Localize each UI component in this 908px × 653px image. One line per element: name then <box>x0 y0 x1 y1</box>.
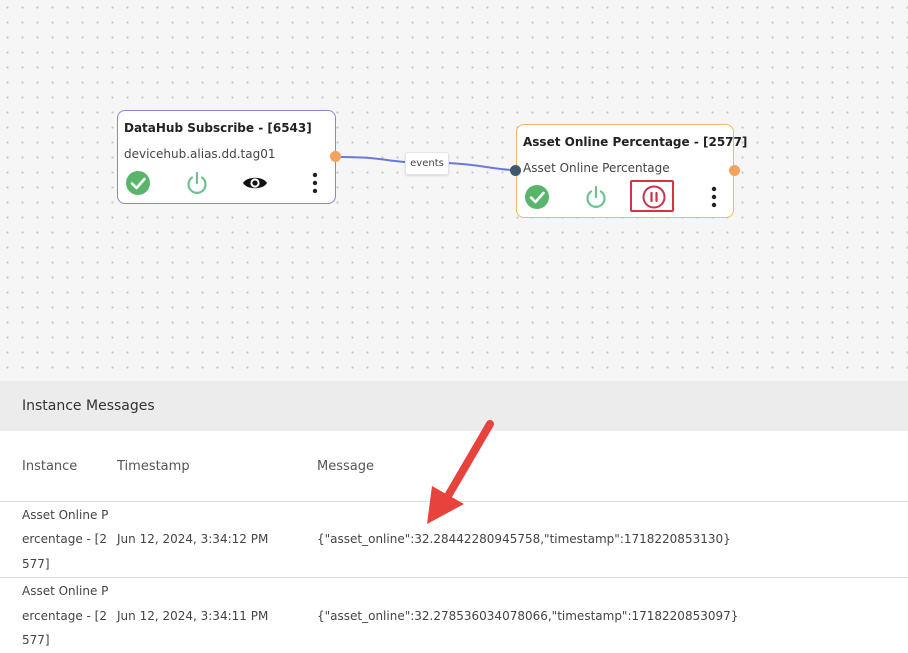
power-icon[interactable] <box>184 170 210 196</box>
timestamp-cell: Jun 12, 2024, 3:34:12 PM <box>117 532 269 546</box>
panel-header: Instance Messages <box>0 381 908 431</box>
more-vertical-icon[interactable] <box>701 184 727 210</box>
row-divider <box>0 577 908 578</box>
power-icon[interactable] <box>583 184 609 210</box>
eye-icon[interactable] <box>242 170 268 196</box>
output-port[interactable] <box>330 151 341 162</box>
check-circle-icon[interactable] <box>125 170 151 196</box>
node-title: Asset Online Percentage - [2577] <box>523 135 748 149</box>
instance-cell-line: Asset Online P <box>22 584 109 598</box>
node-subtitle: Asset Online Percentage <box>523 161 670 175</box>
output-port[interactable] <box>729 165 740 176</box>
message-cell: {"asset_online":32.278536034078066,"time… <box>317 609 739 623</box>
node-subtitle: devicehub.alias.dd.tag01 <box>124 147 276 161</box>
input-port[interactable] <box>510 165 521 176</box>
instance-cell-line: ercentage - [2 <box>22 532 107 546</box>
instance-cell-line: ercentage - [2 <box>22 609 107 623</box>
more-vertical-icon[interactable] <box>302 170 328 196</box>
check-circle-icon[interactable] <box>524 184 550 210</box>
timestamp-cell: Jun 12, 2024, 3:34:11 PM <box>117 609 269 623</box>
node-datahub-subscribe[interactable]: DataHub Subscribe - [6543] devicehub.ali… <box>117 110 336 204</box>
node-title: DataHub Subscribe - [6543] <box>124 121 312 135</box>
row-divider <box>0 501 908 502</box>
instance-cell-line: Asset Online P <box>22 508 109 522</box>
column-header-instance: Instance <box>22 459 78 474</box>
panel-title: Instance Messages <box>22 398 155 414</box>
column-header-message: Message <box>317 459 374 474</box>
edge-label[interactable]: events <box>405 152 449 175</box>
node-asset-online-percentage[interactable]: Asset Online Percentage - [2577] Asset O… <box>516 124 747 218</box>
pause-button-highlight <box>630 180 674 212</box>
instance-cell-line: 577] <box>22 633 50 647</box>
instance-cell-line: 577] <box>22 557 50 571</box>
message-cell: {"asset_online":32.28442280945758,"times… <box>317 532 731 546</box>
column-header-timestamp: Timestamp <box>117 459 190 474</box>
